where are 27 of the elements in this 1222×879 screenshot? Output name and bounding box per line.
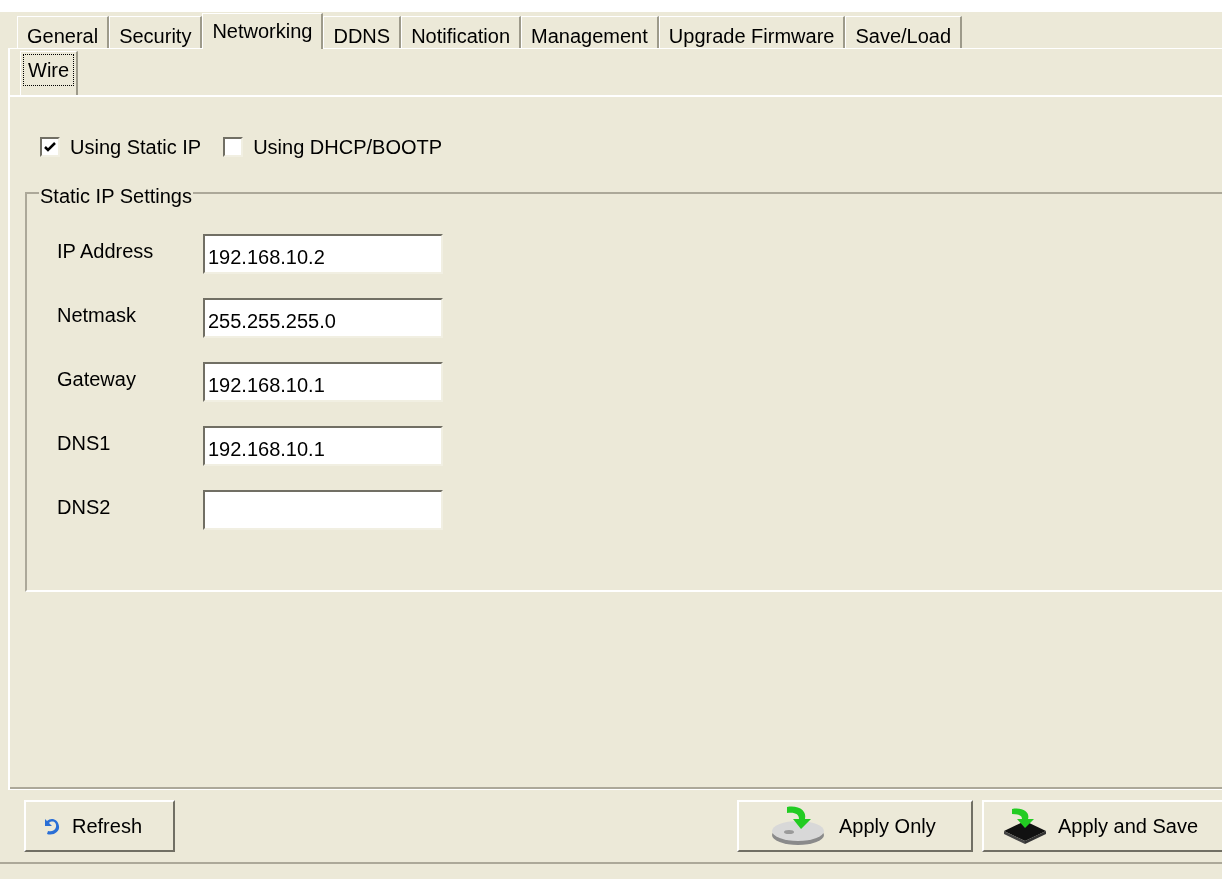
input-field[interactable]: 192.168.10.2 [203, 234, 443, 274]
checkbox-label: Using Static IP [70, 135, 202, 160]
input-field[interactable]: 192.168.10.1 [203, 362, 443, 402]
tab[interactable]: Management [521, 16, 659, 48]
tab[interactable]: Security [109, 16, 203, 48]
field-label: Netmask [57, 303, 137, 328]
refresh-button[interactable]: Refresh [24, 800, 175, 852]
input-field[interactable] [203, 490, 443, 530]
tab[interactable]: Upgrade Firmware [658, 16, 846, 48]
apply-button[interactable]: Apply and Save [982, 800, 1222, 852]
input-field[interactable]: 192.168.10.1 [203, 426, 443, 466]
checkbox-label: Using DHCP/BOOTP [253, 135, 443, 160]
tab[interactable]: Notification [401, 16, 522, 48]
field-label: DNS1 [57, 431, 112, 456]
apply-button[interactable]: Apply Only [737, 800, 973, 852]
checkbox[interactable] [223, 137, 244, 157]
subtab[interactable]: Wire [20, 51, 79, 95]
tab[interactable]: General [17, 16, 110, 48]
check-icon [44, 142, 56, 152]
checkbox[interactable] [40, 137, 60, 157]
field-label: DNS2 [57, 495, 112, 520]
tab[interactable]: DDNS [323, 16, 402, 48]
input-field[interactable]: 255.255.255.0 [203, 298, 443, 338]
tab[interactable]: Save/Load [845, 16, 963, 48]
tab[interactable]: Networking [202, 13, 324, 49]
field-label: Gateway [57, 367, 137, 392]
field-label: IP Address [57, 239, 155, 264]
